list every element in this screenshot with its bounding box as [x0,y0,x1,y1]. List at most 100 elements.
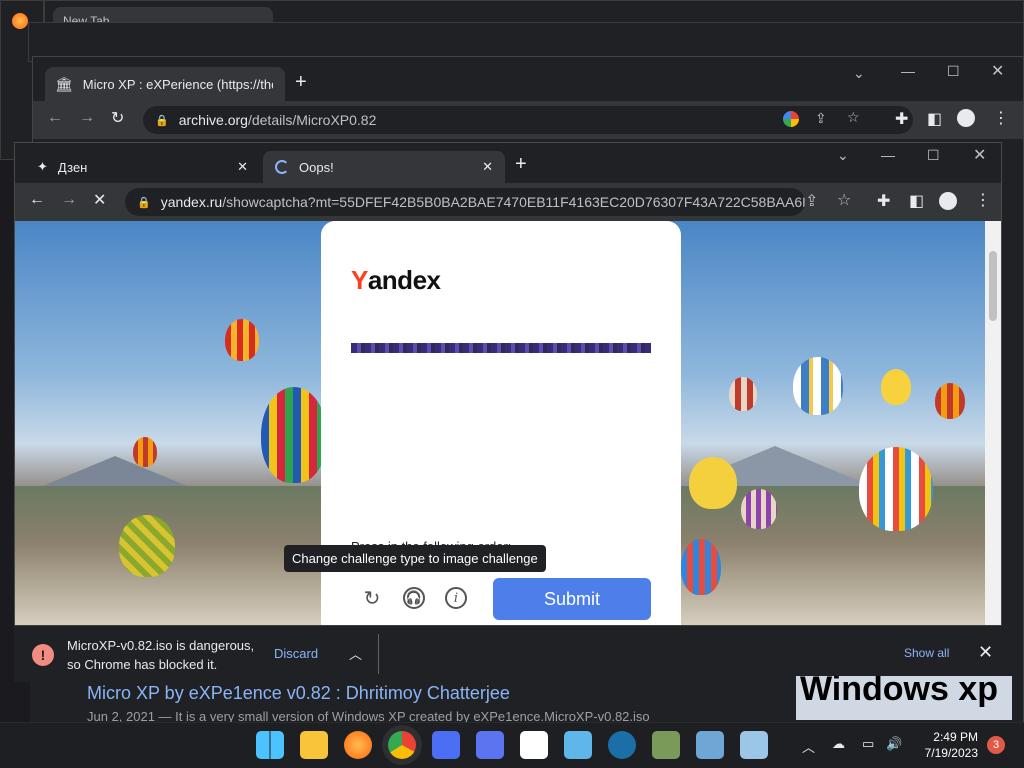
download-warning-text: MicroXP-v0.82.iso is dangerous, so Chrom… [67,638,255,672]
url-host: yandex.ru [160,194,223,210]
tab-dzen[interactable]: ✦ Дзен ✕ [25,151,260,183]
bookmark-star-icon[interactable]: ☆ [847,109,860,126]
refresh-icon[interactable]: ↻ [361,587,383,610]
balloon [729,377,757,411]
profile-icon[interactable] [957,109,975,127]
stop-icon[interactable]: ✕ [93,190,106,210]
notepad-icon[interactable] [564,731,592,759]
minimize-button[interactable]: — [901,63,915,79]
yandex-browser-window: ✦ Дзен ✕ Oops! ✕ + ⌄ — ☐ ✕ ← → ✕ 🔒 yande… [14,142,1002,682]
captcha-image[interactable] [351,343,651,353]
chevron-up-icon[interactable]: ︿ [349,644,362,663]
url-host: archive.org [178,112,248,128]
close-icon[interactable]: ✕ [978,642,993,663]
balloon [119,515,175,577]
7zip-icon[interactable] [520,731,548,759]
lock-icon: 🔒 [137,196,151,209]
sidepanel-icon[interactable]: ◧ [909,191,924,211]
chevron-up-icon[interactable]: ︿ [802,737,815,756]
divider [378,634,379,674]
url-path: /showcaptcha?mt=55DFEF42B5B0BA2BAE7470EB… [222,194,805,210]
warning-icon: ! [32,644,54,666]
taskbar: ︿ ☁ ▭ 🔊 2:49 PM 7/19/2023 3 [0,722,1024,768]
address-bar[interactable]: 🔒 yandex.ru/showcaptcha?mt=55DFEF42B5B0B… [125,188,805,216]
download-bar: ! MicroXP-v0.82.iso is dangerous, so Chr… [14,625,1002,682]
extensions-icon[interactable]: ✚ [877,191,890,211]
address-bar[interactable]: 🔒 archive.org/details/MicroXP0.82 ⇪ ☆ [143,106,913,134]
tooltip: Change challenge type to image challenge [284,545,546,572]
reload-icon[interactable]: ↻ [111,108,124,128]
maximize-button[interactable]: ☐ [927,147,940,164]
balloon [881,369,911,405]
close-button[interactable]: ✕ [973,145,986,165]
toolbar: ← → ↻ 🔒 archive.org/details/MicroXP0.82 … [33,101,1023,139]
google-icon[interactable] [783,111,799,127]
file-explorer-icon[interactable] [300,731,328,759]
windows-start-icon[interactable] [256,731,284,759]
balloon [225,319,259,361]
share-icon[interactable]: ⇪ [805,191,818,211]
toolbar: ← → ✕ 🔒 yandex.ru/showcaptcha?mt=55DFEF4… [15,183,1001,221]
clock[interactable]: 2:49 PM 7/19/2023 [914,729,978,761]
chevron-down-icon[interactable]: ⌄ [837,147,849,164]
minimize-button[interactable]: — [881,147,895,163]
yandex-logo: Yandex [351,265,441,295]
info-icon[interactable]: i [445,587,467,609]
back-icon[interactable]: ← [47,109,63,127]
network-app-icon[interactable] [696,731,724,759]
balloon [793,357,843,415]
archive-building-icon: 🏛 [55,75,73,92]
image-app-icon[interactable] [740,731,768,759]
scrollbar-thumb[interactable] [989,251,997,321]
headphones-icon[interactable]: 🎧 [403,587,425,609]
tab-close-icon[interactable]: ✕ [237,159,248,175]
dzen-icon: ✦ [37,159,48,174]
app-w2-icon[interactable] [476,731,504,759]
monitor-icon[interactable]: ▭ [862,736,874,752]
edge-icon[interactable] [608,731,636,759]
menu-icon[interactable]: ⋮ [993,108,1009,128]
loading-spinner-icon [275,160,289,174]
chevron-down-icon[interactable]: ⌄ [853,65,865,82]
bookmark-star-icon[interactable]: ☆ [837,190,851,210]
balloon [261,387,327,483]
balloon [935,383,965,419]
notification-badge[interactable]: 3 [987,736,1005,754]
menu-icon[interactable]: ⋮ [975,190,991,210]
discard-button[interactable]: Discard [274,646,318,661]
balloon [133,437,157,467]
tab-archive[interactable]: 🏛 Micro XP : eXPerience (https://the [45,67,285,101]
tab-oops[interactable]: Oops! ✕ [263,151,505,183]
url-path: /details/MicroXP0.82 [247,112,377,128]
search-result-title[interactable]: Micro XP by eXPe1ence v0.82 : Dhritimoy … [87,683,510,704]
forward-icon[interactable]: → [61,191,77,209]
firefox-icon[interactable] [344,731,372,759]
new-tab-button[interactable]: + [515,153,527,176]
share-icon[interactable]: ⇪ [815,110,827,127]
search-result-thumbnail[interactable]: Windows xp [796,676,1012,720]
lock-icon: 🔒 [155,114,169,127]
balloon [681,539,721,595]
back-icon[interactable]: ← [29,191,45,209]
tab-strip: ✦ Дзен ✕ Oops! ✕ + ⌄ — ☐ ✕ [15,143,1001,183]
submit-button[interactable]: Submit [493,578,651,620]
new-tab-button[interactable]: + [295,71,307,94]
sidepanel-icon[interactable]: ◧ [927,109,942,129]
balloon [689,457,737,509]
page-scrollbar[interactable] [985,221,1001,626]
forward-icon[interactable]: → [79,109,95,127]
profile-icon[interactable] [939,192,957,210]
close-button[interactable]: ✕ [991,61,1004,81]
tab-close-icon[interactable]: ✕ [482,159,493,175]
show-all-button[interactable]: Show all [904,646,949,660]
firefox-icon[interactable] [12,13,28,29]
chrome-icon[interactable] [388,731,416,759]
maximize-button[interactable]: ☐ [947,63,960,80]
extensions-icon[interactable]: ✚ [895,109,908,129]
app-flower-icon[interactable] [652,731,680,759]
cloud-icon[interactable]: ☁ [832,736,845,752]
balloon [859,447,933,531]
volume-icon[interactable]: 🔊 [886,736,902,752]
balloon [741,489,777,529]
app-w-icon[interactable] [432,731,460,759]
